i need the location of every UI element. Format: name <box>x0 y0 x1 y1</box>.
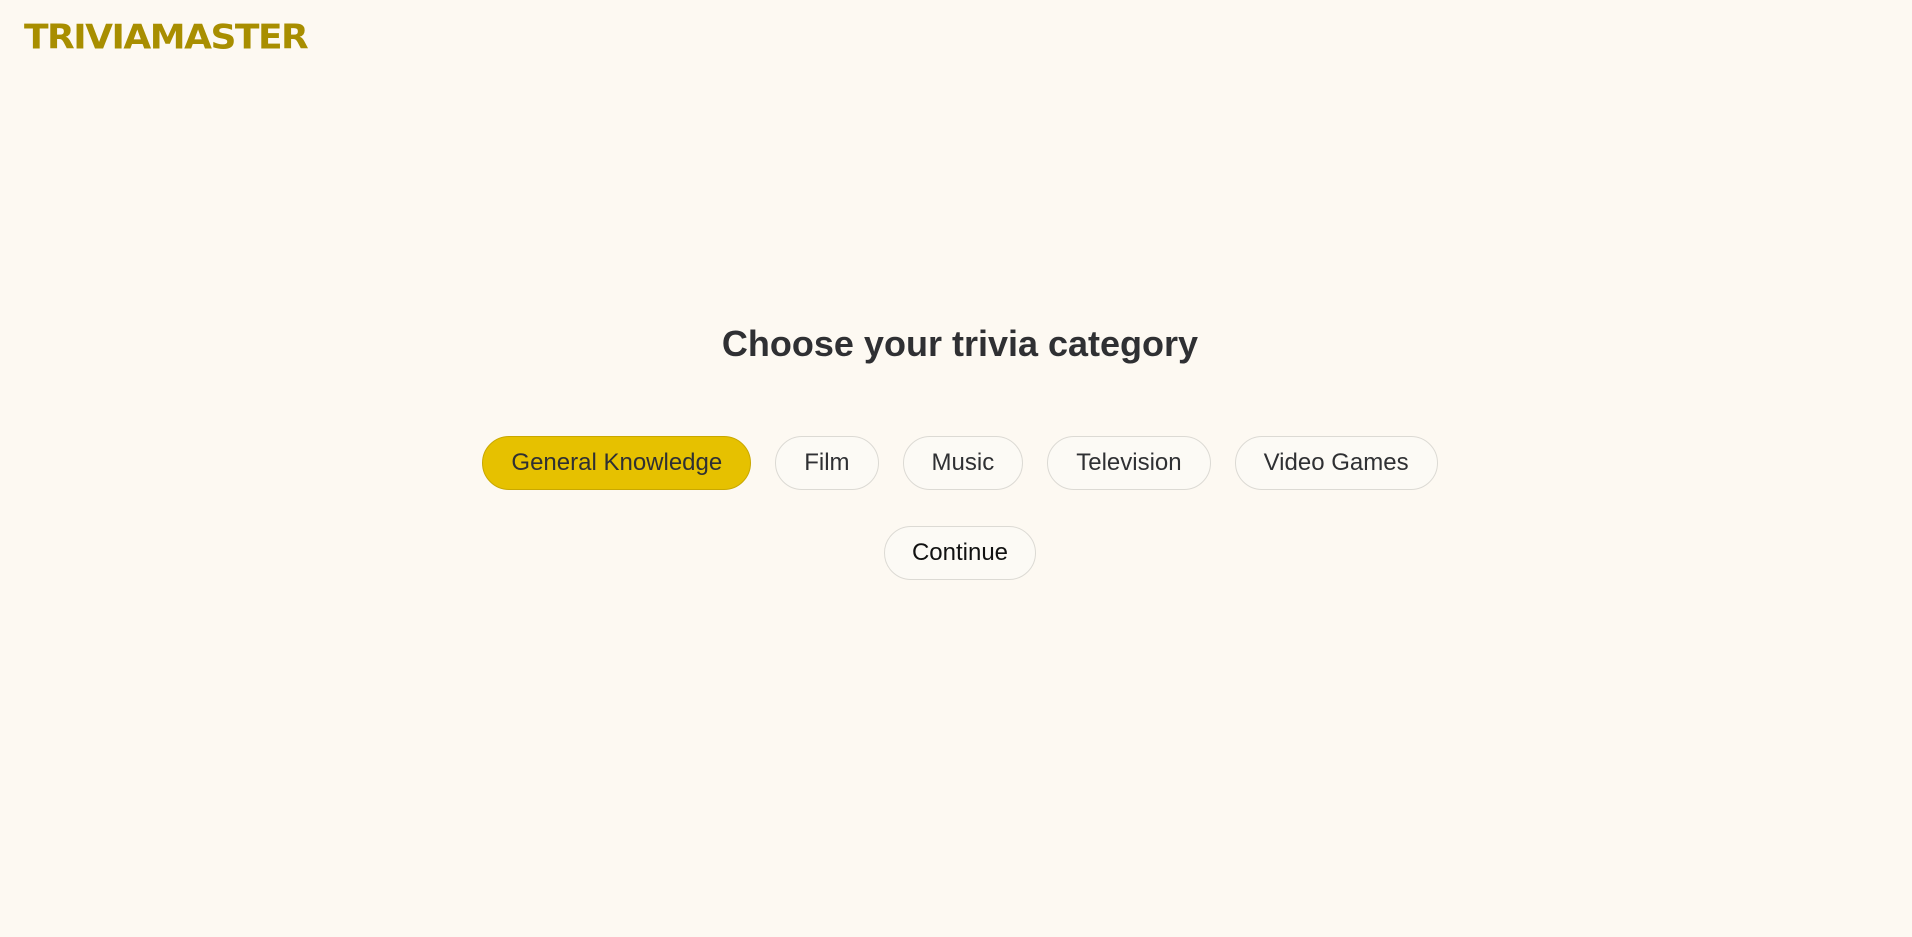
continue-button[interactable]: Continue <box>883 526 1037 580</box>
category-chip-music[interactable]: Music <box>902 436 1024 490</box>
category-chip-television[interactable]: Television <box>1047 436 1211 490</box>
category-chip-film[interactable]: Film <box>775 436 879 490</box>
category-list: General Knowledge Film Music Television … <box>0 436 1912 490</box>
category-chip-general-knowledge[interactable]: General Knowledge <box>482 436 752 490</box>
category-selection-page: Choose your trivia category General Know… <box>0 0 1912 937</box>
continue-container: Continue <box>0 526 1912 580</box>
page-title: Choose your trivia category <box>721 323 1199 364</box>
category-chip-video-games[interactable]: Video Games <box>1234 436 1438 490</box>
